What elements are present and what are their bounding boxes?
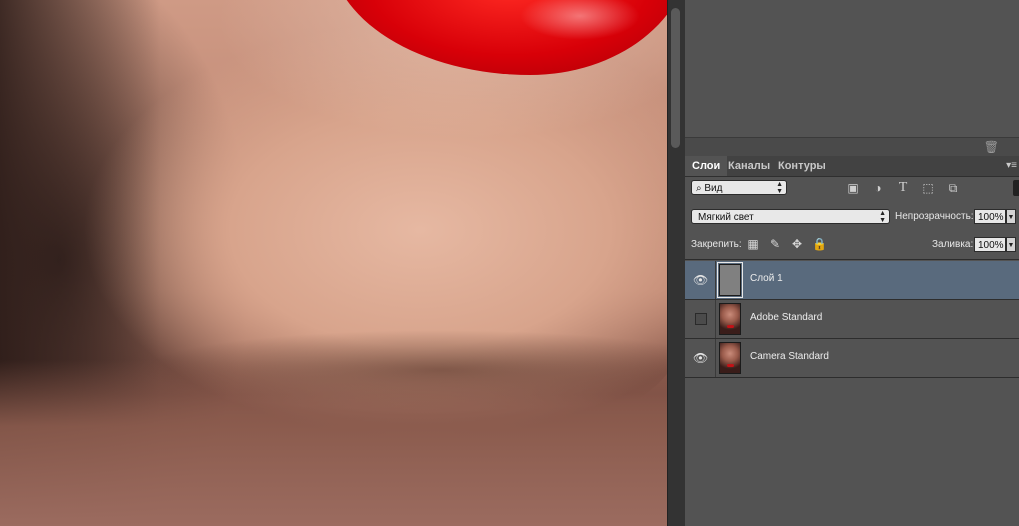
panel-menu-icon[interactable]: ▾≡	[1006, 160, 1017, 171]
tab-paths[interactable]: Контуры	[771, 156, 833, 176]
trash-icon[interactable]: 🗑	[984, 140, 999, 154]
lock-image-pixels-icon[interactable]: ✎	[768, 236, 782, 252]
upper-panel-footer: 🗑	[685, 137, 1019, 156]
eye-icon[interactable]: 👁	[693, 274, 708, 286]
lock-label: Закрепить:	[691, 239, 742, 250]
document-canvas[interactable]	[0, 0, 667, 526]
fill-label: Заливка:	[932, 239, 974, 250]
panel-tabs: Слои Каналы Контуры ▾≡	[685, 156, 1019, 177]
layer-thumbnail	[719, 303, 741, 335]
layer-row-adobe-standard[interactable]: Adobe Standard	[685, 300, 1019, 339]
fill-input[interactable]: 100%	[974, 237, 1006, 252]
smart-object-filter-icon[interactable]: ⧉	[945, 180, 961, 196]
layer-name[interactable]: Adobe Standard	[750, 312, 822, 323]
layer-name[interactable]: Слой 1	[750, 273, 783, 284]
canvas-scrollbar[interactable]	[667, 0, 686, 526]
layer-thumbnail	[717, 262, 743, 298]
lock-icons: ▦ ✎ ✥ 🔒	[746, 236, 827, 252]
layer-visibility-toggle[interactable]: 👁	[685, 339, 716, 377]
hidden-visibility-box[interactable]	[695, 313, 707, 325]
blend-mode-select[interactable]: Мягкий свет ▲ ▼	[691, 209, 890, 224]
image-filter-icon[interactable]: ▣	[845, 180, 861, 196]
tab-channels[interactable]: Каналы	[721, 156, 777, 176]
fill-dropdown-icon[interactable]: ▼	[1006, 237, 1016, 252]
divider	[685, 259, 1019, 260]
lock-transparent-pixels-icon[interactable]: ▦	[746, 236, 760, 252]
opacity-input[interactable]: 100%	[974, 209, 1006, 224]
layer-row-sloy1[interactable]: 👁 Слой 1	[685, 261, 1019, 300]
upper-panel-area	[685, 0, 1019, 137]
layer-visibility-toggle[interactable]	[685, 300, 716, 338]
layer-thumbnail	[719, 342, 741, 374]
adjustment-filter-icon[interactable]: ◑	[870, 180, 886, 196]
select-arrows-icon: ▲ ▼	[776, 181, 783, 195]
blend-mode-value: Мягкий свет	[698, 212, 754, 223]
opacity-label: Непрозрачность:	[895, 211, 974, 222]
photo-lip-gloss	[520, 0, 640, 40]
filter-icons: ▣ ◑ T ⬚ ⧉	[845, 180, 961, 196]
select-arrows-icon: ▲ ▼	[879, 210, 886, 224]
layer-filter-label: Вид	[704, 183, 723, 194]
photo-neck	[0, 360, 667, 526]
type-filter-icon[interactable]: T	[895, 180, 911, 196]
opacity-dropdown-icon[interactable]: ▼	[1006, 209, 1016, 224]
shape-filter-icon[interactable]: ⬚	[920, 180, 936, 196]
eye-icon[interactable]: 👁	[693, 352, 708, 364]
layers-panel: 🗑 Слои Каналы Контуры ▾≡ ⌕ Вид ▲ ▼ ▣ ◑ T …	[685, 0, 1019, 526]
layer-name[interactable]: Camera Standard	[750, 351, 829, 362]
layer-row-camera-standard[interactable]: 👁 Camera Standard	[685, 339, 1019, 378]
lock-all-icon[interactable]: 🔒	[812, 236, 827, 252]
layer-visibility-toggle[interactable]: 👁	[685, 261, 716, 299]
scrollbar-thumb[interactable]	[671, 8, 680, 148]
layer-filter-select[interactable]: ⌕ Вид ▲ ▼	[691, 180, 787, 195]
filter-toggle[interactable]	[1013, 180, 1019, 196]
lock-position-icon[interactable]: ✥	[790, 236, 804, 252]
